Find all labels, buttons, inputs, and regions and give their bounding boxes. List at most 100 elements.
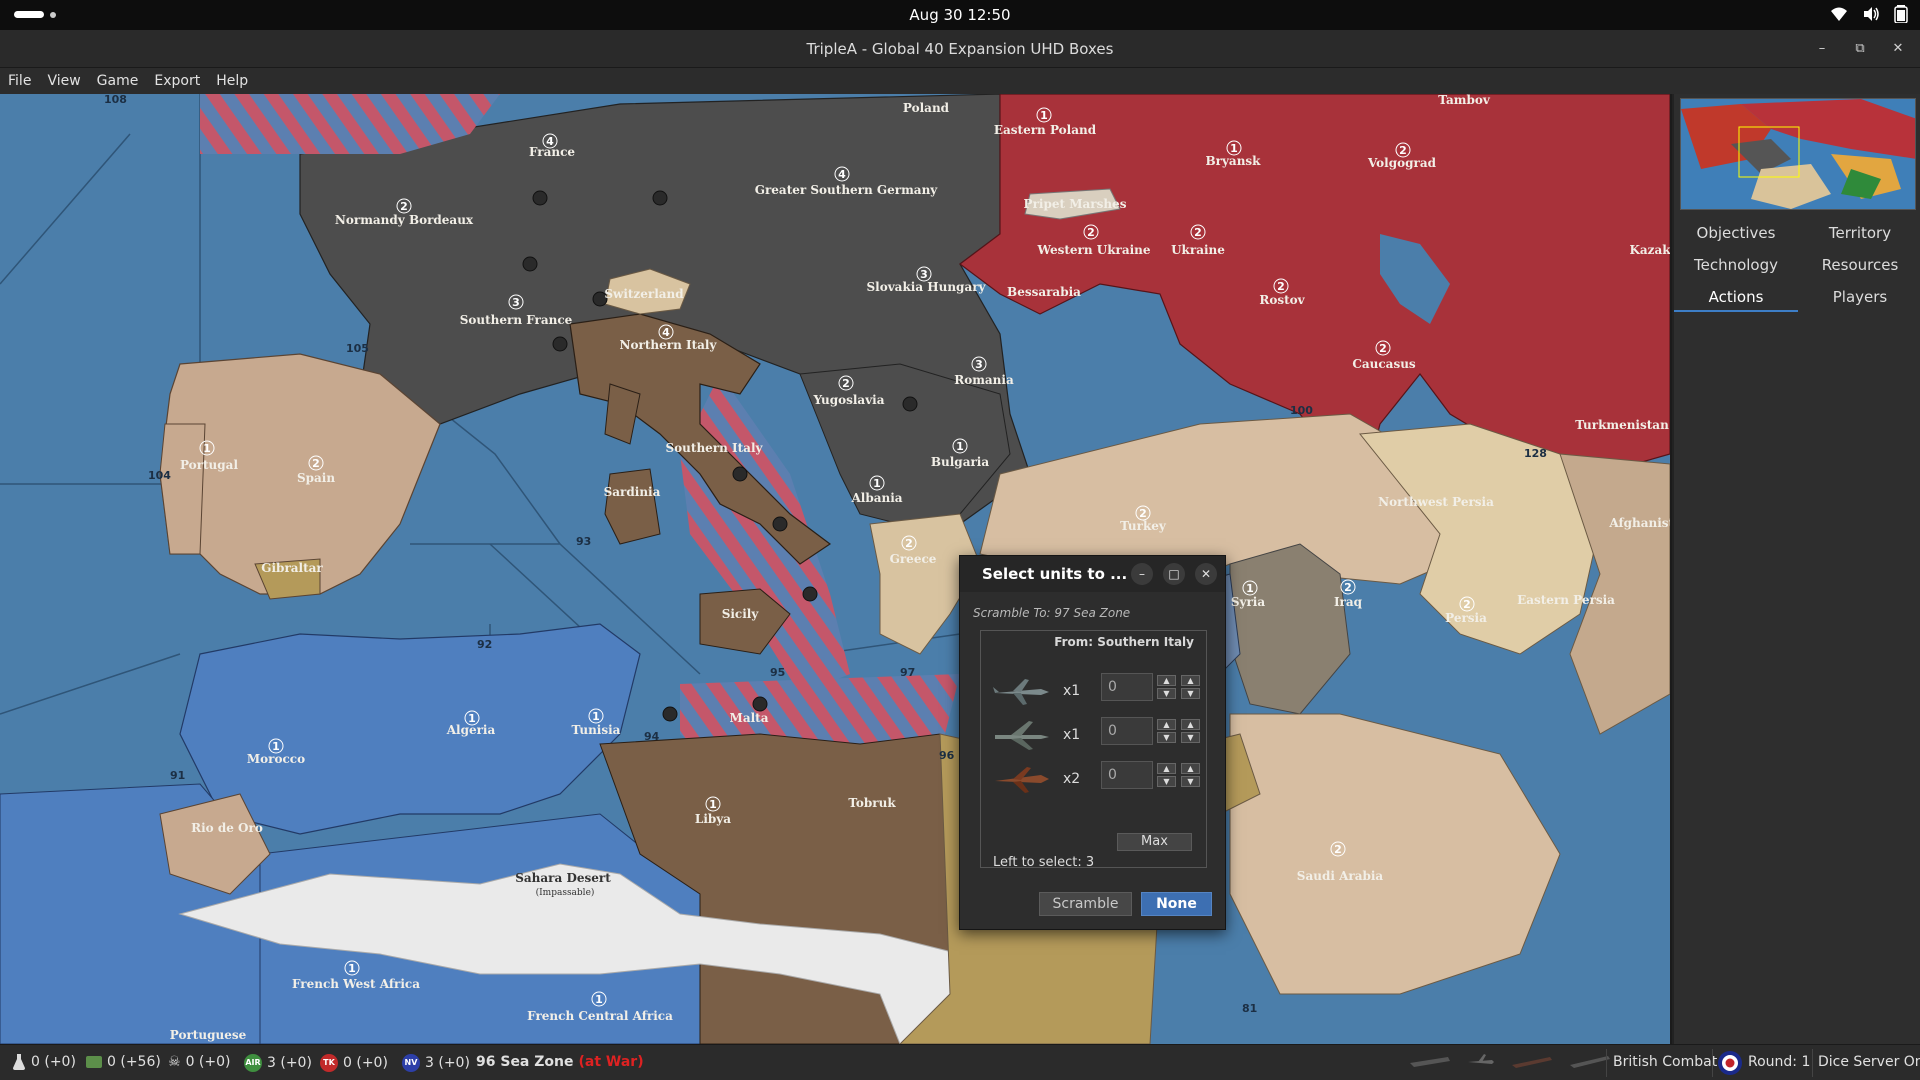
max-up-icon[interactable]: ▲: [1181, 675, 1200, 686]
unit-row-1: x1 0 ▲ ▼ ▲ ▼: [991, 671, 1201, 711]
svg-text:1: 1: [203, 442, 211, 455]
svg-text:2: 2: [905, 537, 913, 550]
restore-icon[interactable]: ⧉: [1850, 39, 1870, 59]
svg-text:3: 3: [975, 358, 983, 371]
battery-icon: [1894, 5, 1908, 23]
game-map[interactable]: Poland Eastern Poland Tambov France Norm…: [0, 94, 1670, 1044]
menu-view[interactable]: View: [39, 68, 88, 94]
svg-text:2: 2: [842, 377, 850, 390]
max-up-icon[interactable]: ▲: [1181, 719, 1200, 730]
sz-96: 96: [939, 749, 955, 762]
label-turkmenistan: Turkmenistan: [1575, 418, 1669, 432]
label-slovakia: Slovakia Hungary: [866, 280, 986, 294]
tab-resources[interactable]: Resources: [1798, 250, 1920, 280]
decrement-icon[interactable]: ▼: [1157, 688, 1176, 699]
tab-actions[interactable]: Actions: [1674, 282, 1798, 312]
label-poland: Poland: [903, 101, 950, 115]
svg-text:2: 2: [1463, 598, 1471, 611]
status-pus: 0 (+0): [12, 1054, 76, 1070]
menu-game[interactable]: Game: [89, 68, 147, 94]
svg-text:3: 3: [512, 296, 520, 309]
sz-93: 93: [576, 535, 591, 548]
decrement-icon[interactable]: ▼: [1157, 776, 1176, 787]
tab-players[interactable]: Players: [1798, 282, 1920, 312]
scramble-button[interactable]: Scramble: [1039, 892, 1132, 916]
destroyer-icon: [1512, 1057, 1552, 1068]
label-epersia: Eastern Persia: [1517, 593, 1615, 607]
svg-text:4: 4: [838, 168, 846, 181]
sz-128: 128: [1524, 447, 1547, 460]
min-down-icon[interactable]: ▼: [1181, 688, 1200, 699]
svg-text:2: 2: [1139, 507, 1147, 520]
label-morocco: Morocco: [247, 752, 305, 766]
volume-icon: [1864, 7, 1879, 21]
skull-icon: ☠: [168, 1054, 181, 1070]
sz-97: 97: [900, 666, 915, 679]
sz-94: 94: [644, 730, 660, 743]
label-switzerland: Switzerland: [604, 287, 684, 301]
label-tunisia: Tunisia: [572, 723, 621, 737]
svg-text:2: 2: [1379, 342, 1387, 355]
none-button[interactable]: None: [1141, 892, 1212, 916]
label-sahara-sub: (Impassable): [536, 887, 595, 898]
status-dice: Dice Server On: [1818, 1054, 1920, 1070]
system-clock[interactable]: Aug 30 12:50: [0, 6, 1920, 24]
increment-icon[interactable]: ▲: [1157, 763, 1176, 774]
right-panel: Objectives Territory Technology Resource…: [1672, 94, 1920, 1044]
label-iraq: Iraq: [1334, 595, 1363, 609]
svg-text:2: 2: [312, 457, 320, 470]
label-spain: Spain: [297, 471, 335, 485]
sz-104: 104: [148, 469, 171, 482]
menu-file[interactable]: File: [0, 68, 39, 94]
status-zone: 96 Sea Zone (at War): [476, 1054, 644, 1070]
unit-multiplier: x2: [1063, 771, 1081, 787]
max-button[interactable]: Max: [1117, 833, 1192, 851]
svg-text:4: 4: [662, 326, 670, 339]
window-title: TripleA - Global 40 Expansion UHD Boxes: [806, 40, 1114, 58]
unit-quantity-input[interactable]: 0: [1101, 761, 1153, 789]
svg-text:1: 1: [348, 962, 356, 975]
unit-multiplier: x1: [1063, 727, 1081, 743]
svg-text:4: 4: [546, 135, 554, 148]
tab-territory[interactable]: Territory: [1798, 218, 1920, 248]
increment-icon[interactable]: ▲: [1157, 675, 1176, 686]
dialog-close-icon[interactable]: ✕: [1195, 563, 1217, 585]
status-phase: British Combat: [1613, 1054, 1718, 1070]
map-canvas[interactable]: Poland Eastern Poland Tambov France Norm…: [0, 94, 1670, 1044]
label-nitaly: Northern Italy: [620, 338, 718, 352]
minimize-icon[interactable]: –: [1812, 39, 1832, 59]
label-normandy: Normandy Bordeaux: [335, 213, 474, 227]
system-tray[interactable]: [1830, 5, 1908, 23]
tab-technology[interactable]: Technology: [1674, 250, 1798, 280]
min-down-icon[interactable]: ▼: [1181, 732, 1200, 743]
max-up-icon[interactable]: ▲: [1181, 763, 1200, 774]
unit-strip: [1408, 1051, 1612, 1071]
unit-quantity-input[interactable]: 0: [1101, 673, 1153, 701]
dialog-maximize-icon[interactable]: □: [1163, 563, 1185, 585]
close-icon[interactable]: ✕: [1888, 39, 1908, 59]
svg-text:1: 1: [592, 710, 600, 723]
min-down-icon[interactable]: ▼: [1181, 776, 1200, 787]
sz-91: 91: [170, 769, 185, 782]
decrement-icon[interactable]: ▼: [1157, 732, 1176, 743]
label-fca: French Central Africa: [527, 1009, 673, 1023]
minimap[interactable]: [1680, 98, 1916, 210]
label-sfrance: Southern France: [460, 313, 573, 327]
label-fwa: French West Africa: [292, 977, 420, 991]
label-gibraltar: Gibraltar: [261, 561, 323, 575]
label-eastern-poland: Eastern Poland: [994, 123, 1097, 137]
window-title-bar[interactable]: TripleA - Global 40 Expansion UHD Boxes …: [0, 30, 1920, 68]
menu-export[interactable]: Export: [146, 68, 208, 94]
left-to-select: Left to select: 3: [993, 855, 1095, 870]
tab-objectives[interactable]: Objectives: [1674, 218, 1798, 248]
air-icon: AIR: [244, 1054, 262, 1072]
increment-icon[interactable]: ▲: [1157, 719, 1176, 730]
svg-text:2: 2: [1194, 226, 1202, 239]
menu-help[interactable]: Help: [208, 68, 256, 94]
svg-text:1: 1: [956, 440, 964, 453]
flask-icon: [12, 1054, 26, 1070]
dialog-minimize-icon[interactable]: –: [1131, 563, 1153, 585]
unit-quantity-input[interactable]: 0: [1101, 717, 1153, 745]
label-persia: Persia: [1445, 611, 1487, 625]
svg-text:2: 2: [1399, 144, 1407, 157]
